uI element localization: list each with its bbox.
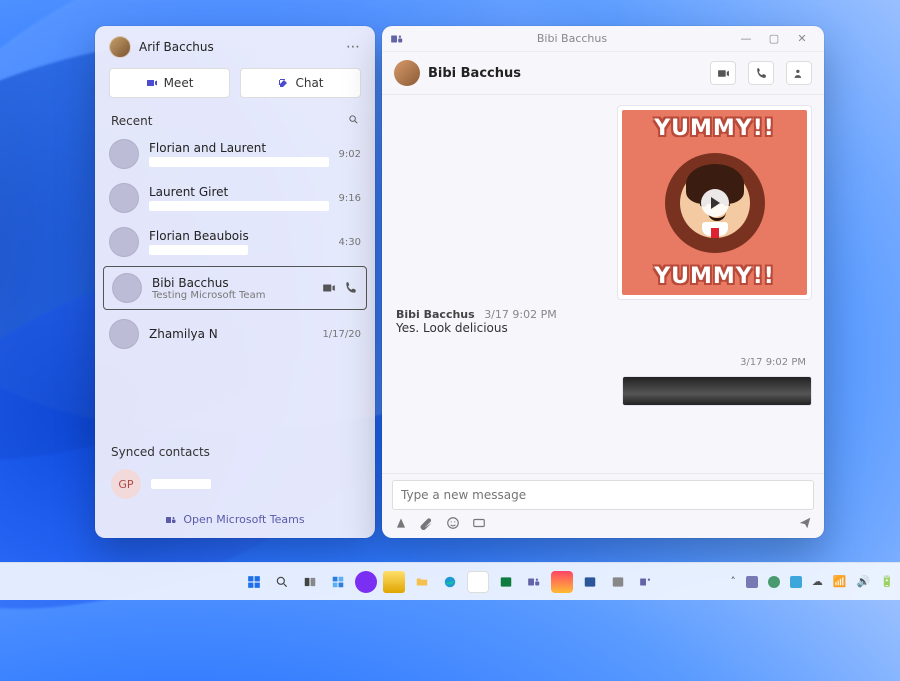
avatar-icon [109, 139, 139, 169]
battery-icon[interactable]: 🔋 [880, 575, 894, 588]
video-icon [146, 77, 158, 89]
recent-item[interactable]: Florian Beaubois 4:30 [95, 220, 375, 264]
close-button[interactable]: ✕ [788, 32, 816, 45]
message-timestamp: 3/17 9:02 PM [484, 308, 557, 321]
task-view-button[interactable] [299, 571, 321, 593]
synced-heading: Synced contacts [111, 445, 210, 459]
open-teams-link[interactable]: Open Microsoft Teams [95, 505, 375, 538]
meet-button[interactable]: Meet [109, 68, 230, 98]
window-title: Bibi Bacchus [412, 32, 732, 45]
recent-time: 1/17/20 [322, 329, 361, 340]
tray-icon[interactable] [790, 576, 802, 588]
gif-text-bottom: YUMMY!! [654, 264, 775, 289]
avatar-icon [109, 227, 139, 257]
recent-list: Florian and Laurent 9:02 Laurent Giret 9… [95, 132, 375, 433]
recent-time: 9:16 [339, 193, 361, 204]
taskbar-app[interactable] [383, 571, 405, 593]
recent-item-selected[interactable]: Bibi Bacchus Testing Microsoft Team [103, 266, 367, 310]
chat-avatar[interactable] [394, 60, 420, 86]
audio-call-button[interactable] [748, 61, 774, 85]
synced-contact[interactable]: GP [95, 463, 375, 505]
chat-title: Bibi Bacchus [428, 66, 698, 81]
message-text: Yes. Look delicious [394, 321, 812, 341]
gif-text-top: YUMMY!! [654, 116, 775, 141]
file-explorer-button[interactable] [411, 571, 433, 593]
message-author: Bibi Bacchus [396, 308, 475, 321]
video-call-button[interactable] [710, 61, 736, 85]
taskbar: ˄ ☁ 📶 🔊 🔋 [0, 562, 900, 600]
message-gif[interactable]: YUMMY!! YUMMY!! [617, 105, 812, 300]
attach-icon[interactable] [420, 516, 434, 530]
teams-icon [165, 514, 177, 526]
tray-chevron-icon[interactable]: ˄ [730, 575, 736, 588]
recent-item[interactable]: Laurent Giret 9:16 [95, 176, 375, 220]
video-icon[interactable] [322, 281, 336, 295]
search-icon[interactable] [348, 114, 359, 128]
chat-label: Chat [295, 76, 323, 90]
add-people-button[interactable] [786, 61, 812, 85]
chat-window: Bibi Bacchus — ▢ ✕ Bibi Bacchus YUMMY!! … [382, 26, 824, 538]
more-icon[interactable]: ⋯ [346, 39, 361, 55]
start-button[interactable] [243, 571, 265, 593]
recent-item[interactable]: Florian and Laurent 9:02 [95, 132, 375, 176]
teams-chat-flyout: Arif Bacchus ⋯ Meet Chat Recent Florian … [95, 26, 375, 538]
recent-name: Florian and Laurent [149, 141, 329, 155]
gif-icon[interactable] [472, 516, 486, 530]
recent-name: Bibi Bacchus [152, 276, 312, 290]
user-avatar[interactable] [109, 36, 131, 58]
meet-label: Meet [164, 76, 194, 90]
send-button[interactable] [798, 516, 812, 530]
play-icon[interactable] [701, 189, 729, 217]
onedrive-icon[interactable]: ☁ [812, 575, 823, 588]
format-icon[interactable] [394, 516, 408, 530]
taskbar-app[interactable] [355, 571, 377, 593]
chat-header: Bibi Bacchus [382, 52, 824, 95]
flyout-header: Arif Bacchus ⋯ [95, 26, 375, 64]
volume-icon[interactable]: 🔊 [857, 575, 871, 588]
wifi-icon[interactable]: 📶 [833, 575, 847, 588]
widgets-button[interactable] [327, 571, 349, 593]
avatar-icon [112, 273, 142, 303]
minimize-button[interactable]: — [732, 32, 760, 45]
teams-icon [390, 32, 404, 46]
compose-icon [277, 77, 289, 89]
window-titlebar: Bibi Bacchus — ▢ ✕ [382, 26, 824, 52]
teams-taskbar-button[interactable] [523, 571, 545, 593]
user-name-label: Arif Bacchus [139, 40, 214, 54]
compose-input[interactable] [392, 480, 814, 510]
chat-taskbar-button[interactable] [635, 571, 657, 593]
message-image-thumb[interactable] [622, 376, 812, 406]
recent-time: 4:30 [339, 237, 361, 248]
taskbar-center [243, 571, 657, 593]
emoji-icon[interactable] [446, 516, 460, 530]
recent-name: Zhamilya N [149, 327, 312, 341]
recent-heading: Recent [111, 114, 152, 128]
avatar-icon [109, 183, 139, 213]
phone-icon[interactable] [344, 281, 358, 295]
maximize-button[interactable]: ▢ [760, 32, 788, 45]
recent-time: 9:02 [339, 149, 361, 160]
taskbar-app[interactable] [495, 571, 517, 593]
taskbar-app[interactable] [579, 571, 601, 593]
messages-area[interactable]: YUMMY!! YUMMY!! Bibi Bacchus 3/17 9:02 P… [382, 95, 824, 473]
open-teams-label: Open Microsoft Teams [183, 513, 304, 526]
avatar-icon [109, 319, 139, 349]
tray-icon[interactable] [768, 576, 780, 588]
taskbar-app[interactable] [551, 571, 573, 593]
search-button[interactable] [271, 571, 293, 593]
recent-name: Florian Beaubois [149, 229, 329, 243]
edge-button[interactable] [439, 571, 461, 593]
taskbar-app[interactable] [607, 571, 629, 593]
reply-timestamp: 3/17 9:02 PM [740, 357, 806, 368]
taskbar-app[interactable] [467, 571, 489, 593]
recent-item[interactable]: Zhamilya N 1/17/20 [95, 312, 375, 356]
contact-initials: GP [111, 469, 141, 499]
chat-button[interactable]: Chat [240, 68, 361, 98]
recent-name: Laurent Giret [149, 185, 329, 199]
recent-subtext: Testing Microsoft Team [152, 290, 312, 301]
tray-icon[interactable] [746, 576, 758, 588]
